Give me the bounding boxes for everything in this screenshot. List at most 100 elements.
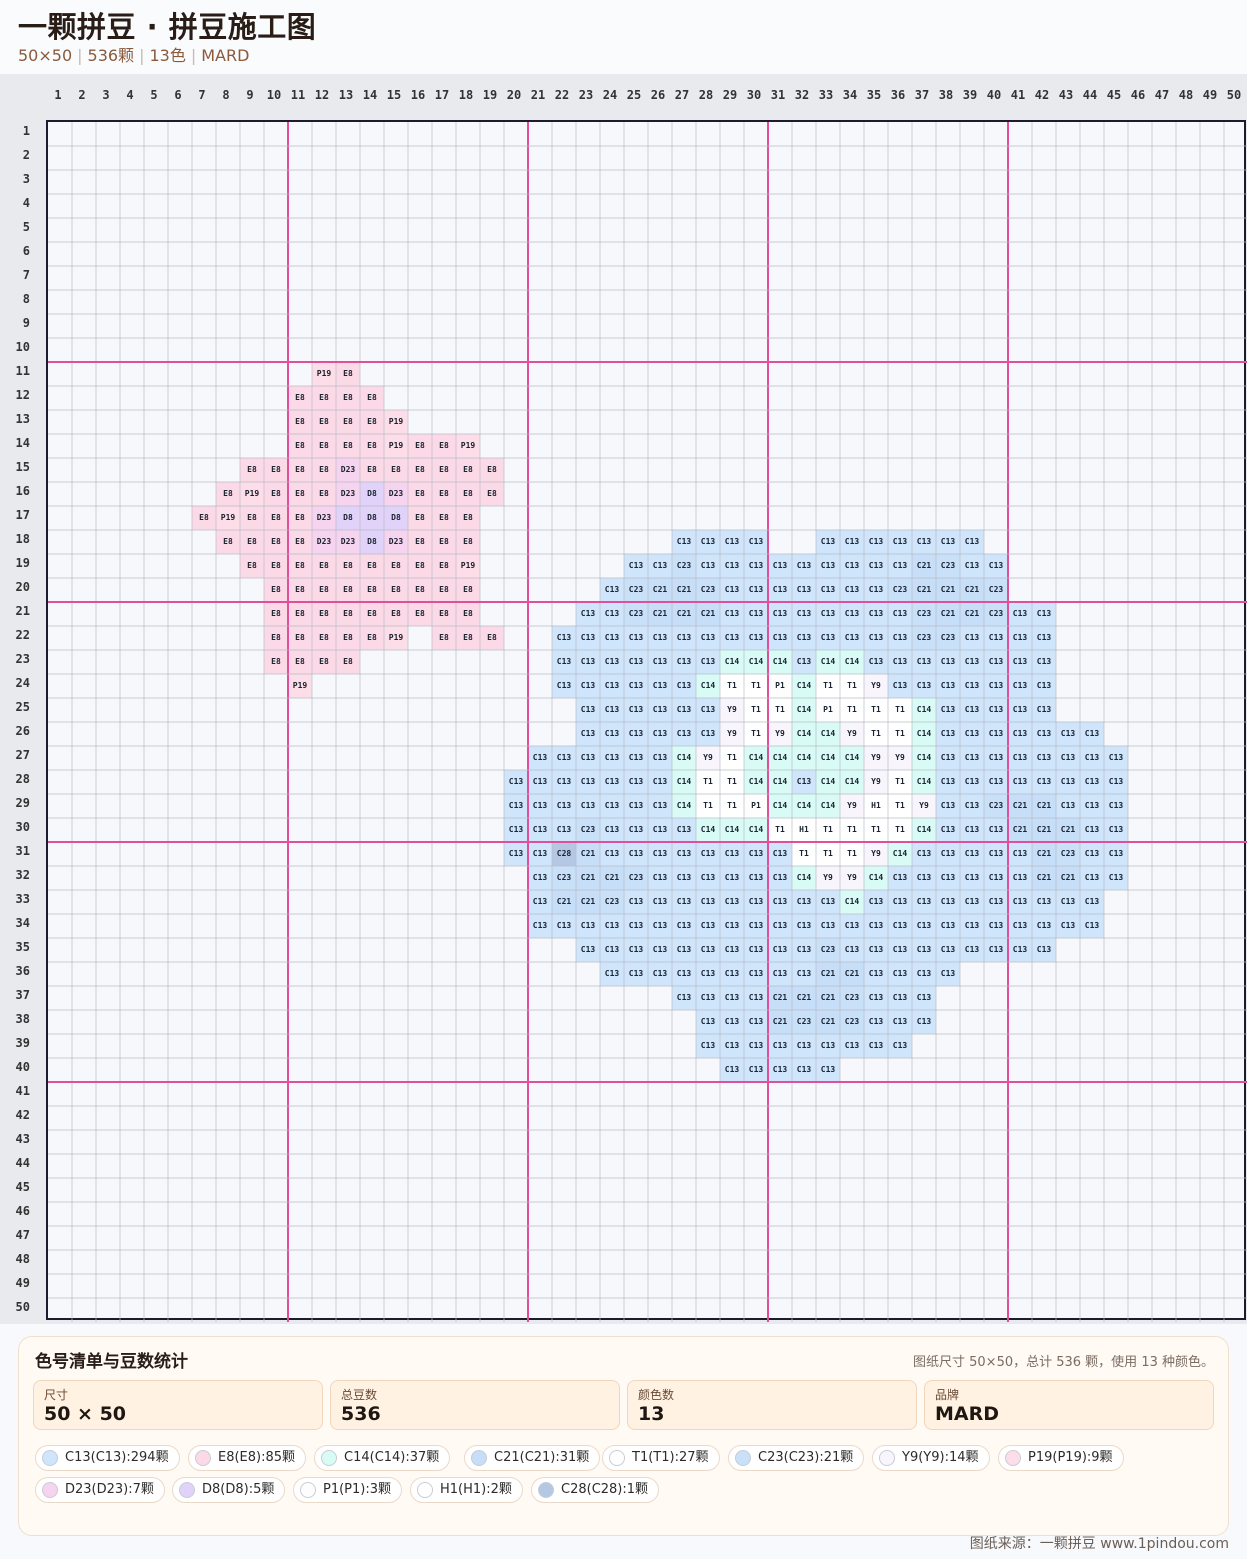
bead-cell[interactable]: C13 — [720, 1034, 744, 1058]
bead-cell[interactable]: T1 — [744, 698, 768, 722]
bead-cell[interactable]: C13 — [504, 842, 528, 866]
bead-cell[interactable]: T1 — [864, 722, 888, 746]
bead-cell[interactable]: Y9 — [840, 722, 864, 746]
bead-cell[interactable]: C14 — [768, 770, 792, 794]
bead-cell[interactable]: C23 — [792, 1010, 816, 1034]
bead-cell[interactable]: E8 — [456, 482, 480, 506]
bead-cell[interactable]: C23 — [816, 938, 840, 962]
bead-cell[interactable]: C13 — [960, 842, 984, 866]
bead-cell[interactable]: E8 — [240, 506, 264, 530]
bead-cell[interactable]: C13 — [936, 962, 960, 986]
bead-cell[interactable]: T1 — [840, 842, 864, 866]
bead-cell[interactable]: C23 — [600, 890, 624, 914]
bead-cell[interactable]: C13 — [576, 650, 600, 674]
bead-cell[interactable]: C13 — [960, 722, 984, 746]
bead-cell[interactable]: C13 — [696, 1034, 720, 1058]
bead-cell[interactable]: C13 — [816, 578, 840, 602]
bead-cell[interactable]: T1 — [744, 674, 768, 698]
bead-cell[interactable]: C13 — [576, 674, 600, 698]
bead-cell[interactable]: C13 — [672, 866, 696, 890]
bead-cell[interactable]: C13 — [768, 626, 792, 650]
bead-cell[interactable]: C13 — [552, 626, 576, 650]
bead-cell[interactable]: C13 — [552, 746, 576, 770]
bead-cell[interactable]: C13 — [1056, 914, 1080, 938]
bead-cell[interactable]: C13 — [1008, 674, 1032, 698]
bead-cell[interactable]: C14 — [816, 650, 840, 674]
bead-cell[interactable]: D23 — [384, 482, 408, 506]
bead-cell[interactable]: C13 — [504, 770, 528, 794]
bead-cell[interactable]: C13 — [1032, 938, 1056, 962]
bead-cell[interactable]: E8 — [264, 482, 288, 506]
bead-cell[interactable]: C13 — [864, 650, 888, 674]
bead-cell[interactable]: D8 — [360, 530, 384, 554]
bead-cell[interactable]: C23 — [936, 554, 960, 578]
bead-cell[interactable]: E8 — [264, 578, 288, 602]
bead-cell[interactable]: E8 — [240, 554, 264, 578]
bead-cell[interactable]: C13 — [984, 698, 1008, 722]
bead-cell[interactable]: C13 — [768, 938, 792, 962]
bead-cell[interactable]: C13 — [912, 842, 936, 866]
bead-cell[interactable]: Y9 — [720, 698, 744, 722]
bead-cell[interactable]: C13 — [960, 746, 984, 770]
bead-cell[interactable]: C13 — [1104, 818, 1128, 842]
bead-cell[interactable]: C13 — [720, 1058, 744, 1082]
bead-cell[interactable]: C14 — [816, 794, 840, 818]
bead-cell[interactable]: C21 — [816, 1010, 840, 1034]
bead-cell[interactable]: C13 — [672, 674, 696, 698]
bead-cell[interactable]: C13 — [792, 578, 816, 602]
bead-cell[interactable]: C13 — [984, 554, 1008, 578]
bead-cell[interactable]: C21 — [600, 866, 624, 890]
bead-cell[interactable]: E8 — [312, 602, 336, 626]
bead-cell[interactable]: C13 — [792, 890, 816, 914]
bead-cell[interactable]: C14 — [792, 674, 816, 698]
bead-cell[interactable]: C13 — [936, 650, 960, 674]
bead-cell[interactable]: Y9 — [912, 794, 936, 818]
bead-cell[interactable]: C13 — [1008, 914, 1032, 938]
bead-cell[interactable]: C23 — [624, 578, 648, 602]
bead-cell[interactable]: C21 — [672, 578, 696, 602]
bead-cell[interactable]: T1 — [720, 770, 744, 794]
bead-cell[interactable]: C23 — [840, 986, 864, 1010]
bead-cell[interactable]: C13 — [1080, 770, 1104, 794]
bead-cell[interactable]: C13 — [936, 530, 960, 554]
bead-cell[interactable]: E8 — [312, 578, 336, 602]
color-chip[interactable]: E8(E8):85颗 — [188, 1445, 307, 1471]
bead-cell[interactable]: C13 — [1104, 746, 1128, 770]
bead-cell[interactable]: C13 — [648, 842, 672, 866]
bead-cell[interactable]: C13 — [528, 914, 552, 938]
bead-cell[interactable]: C13 — [912, 962, 936, 986]
bead-cell[interactable]: C13 — [792, 626, 816, 650]
bead-cell[interactable]: T1 — [816, 842, 840, 866]
bead-cell[interactable]: D8 — [336, 506, 360, 530]
bead-cell[interactable]: C13 — [792, 602, 816, 626]
bead-cell[interactable]: C13 — [840, 602, 864, 626]
bead-cell[interactable]: C13 — [864, 938, 888, 962]
bead-cell[interactable]: C13 — [1056, 722, 1080, 746]
bead-cell[interactable]: C13 — [744, 530, 768, 554]
bead-cell[interactable]: C13 — [552, 674, 576, 698]
bead-cell[interactable]: E8 — [312, 482, 336, 506]
bead-cell[interactable]: T1 — [720, 746, 744, 770]
bead-cell[interactable]: C21 — [912, 578, 936, 602]
bead-cell[interactable]: E8 — [264, 650, 288, 674]
bead-cell[interactable]: P19 — [288, 674, 312, 698]
bead-cell[interactable]: C13 — [672, 938, 696, 962]
bead-cell[interactable]: C13 — [600, 578, 624, 602]
bead-cell[interactable]: C13 — [744, 914, 768, 938]
bead-cell[interactable]: C13 — [864, 1010, 888, 1034]
bead-cell[interactable]: C13 — [792, 1058, 816, 1082]
bead-cell[interactable]: E8 — [288, 434, 312, 458]
bead-cell[interactable]: C13 — [936, 818, 960, 842]
bead-cell[interactable]: C13 — [912, 890, 936, 914]
bead-cell[interactable]: C23 — [672, 554, 696, 578]
bead-cell[interactable]: E8 — [312, 650, 336, 674]
bead-cell[interactable]: E8 — [240, 530, 264, 554]
bead-cell[interactable]: C13 — [528, 842, 552, 866]
bead-cell[interactable]: C13 — [528, 746, 552, 770]
bead-cell[interactable]: C13 — [840, 554, 864, 578]
bead-cell[interactable]: E8 — [360, 458, 384, 482]
bead-cell[interactable]: E8 — [360, 626, 384, 650]
bead-cell[interactable]: E8 — [384, 602, 408, 626]
bead-cell[interactable]: C21 — [768, 986, 792, 1010]
bead-cell[interactable]: C13 — [624, 650, 648, 674]
